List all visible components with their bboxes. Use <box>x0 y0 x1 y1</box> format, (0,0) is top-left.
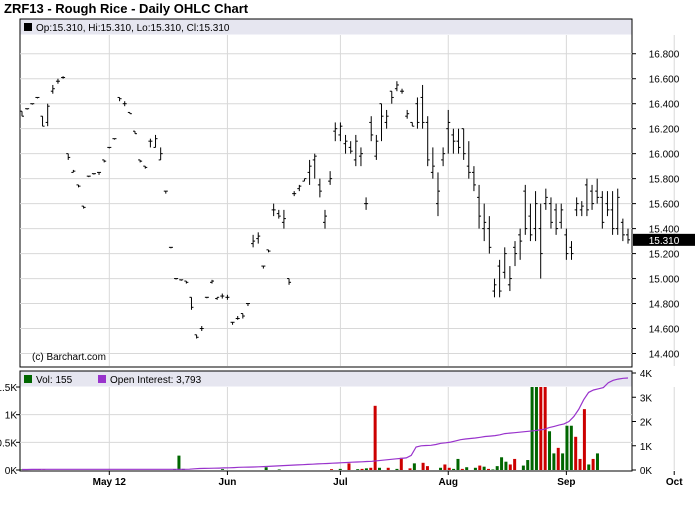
volume-bar <box>356 469 360 470</box>
oi-tick-label: 4K <box>640 369 653 380</box>
volume-bar <box>495 466 499 470</box>
price-tick-label: 14.600 <box>649 325 680 336</box>
volume-bar <box>565 425 569 470</box>
volume-bar <box>508 464 512 470</box>
volume-bar <box>548 431 552 470</box>
volume-bar <box>460 468 464 470</box>
volume-bar <box>491 469 495 470</box>
volume-bar <box>486 468 490 470</box>
volume-bar <box>447 467 451 470</box>
price-tick-label: 16.200 <box>649 125 680 136</box>
volume-bar <box>504 461 508 470</box>
price-tick-label: 16.400 <box>649 100 680 111</box>
x-tick-label: Oct <box>666 477 683 488</box>
volume-bar <box>500 457 504 470</box>
x-tick-label: Jun <box>219 477 237 488</box>
volume-bar <box>364 468 368 470</box>
volume-bar <box>513 458 517 470</box>
volume-bar <box>347 463 351 470</box>
oi-legend-text: Open Interest: 3,793 <box>110 375 202 386</box>
volume-bar <box>587 464 591 470</box>
oi-tick-label: 3K <box>640 393 653 404</box>
price-tick-label: 16.000 <box>649 150 680 161</box>
price-tick-label: 14.400 <box>649 350 680 361</box>
x-tick-label: Sep <box>557 477 575 488</box>
volume-bar <box>478 465 482 470</box>
volume-bar <box>338 468 342 470</box>
volume-bar <box>386 467 390 470</box>
volume-bar <box>264 467 268 470</box>
volume-bar <box>439 467 443 470</box>
price-axis: 14.40014.60014.80015.00015.20015.40015.6… <box>632 50 695 361</box>
price-tick-label: 15.800 <box>649 175 680 186</box>
volume-tick-label: 1K <box>5 411 18 422</box>
volume-tick-label: 0K <box>5 466 18 477</box>
price-panel <box>19 18 633 368</box>
price-tick-label: 15.200 <box>649 250 680 261</box>
volume-bar <box>330 469 334 470</box>
volume-bar <box>574 436 578 470</box>
volume-tick-label: 1.5K <box>0 383 17 394</box>
volume-bar <box>591 458 595 470</box>
volume-bar <box>530 387 534 470</box>
volume-bar <box>177 455 181 470</box>
volume-bar <box>377 467 381 470</box>
oi-tick-label: 1K <box>640 442 653 453</box>
price-tick-label: 14.800 <box>649 300 680 311</box>
vol-legend-text: Vol: 155 <box>36 375 73 386</box>
volume-bar <box>534 387 538 470</box>
volume-bar <box>595 453 599 470</box>
last-price-label: 15.310 <box>649 236 680 247</box>
x-axis: May 12 Jun Jul Aug Sep Oct <box>93 471 683 488</box>
volume-bar <box>408 468 412 470</box>
volume-bar <box>578 458 582 470</box>
volume-bar <box>399 457 403 470</box>
x-tick-label: Jul <box>333 477 348 488</box>
volume-bar <box>221 469 225 470</box>
vol-legend-swatch <box>24 375 32 383</box>
volume-bar <box>412 463 416 470</box>
volume-bar <box>582 409 586 470</box>
volume-bar <box>369 467 373 470</box>
volume-bar <box>539 387 543 470</box>
volume-bar <box>465 467 469 470</box>
price-tick-label: 16.600 <box>649 75 680 86</box>
copyright-text: (c) Barchart.com <box>32 352 106 363</box>
volume-tick-label: 0.5K <box>0 438 17 449</box>
price-legend-text: Op:15.310, Hi:15.310, Lo:15.310, Cl:15.3… <box>36 23 230 34</box>
oi-axis: 0K 1K 2K 3K 4K <box>632 369 652 477</box>
oi-tick-label: 0K <box>640 466 653 477</box>
oi-tick-label: 2K <box>640 418 653 429</box>
volume-bar <box>456 458 460 470</box>
price-tick-label: 15.000 <box>649 275 680 286</box>
volume-bar <box>561 453 565 470</box>
volume-bar <box>425 466 429 470</box>
volume-bar <box>277 469 281 470</box>
volume-bar <box>473 467 477 470</box>
volume-bar <box>482 466 486 470</box>
volume-bar <box>443 464 447 470</box>
price-legend-swatch <box>24 23 32 31</box>
volume-bar <box>421 462 425 470</box>
x-tick-label: May 12 <box>93 477 127 488</box>
price-tick-label: 16.800 <box>649 50 680 61</box>
price-tick-label: 15.600 <box>649 200 680 211</box>
ohlc-chart: Op:15.310, Hi:15.310, Lo:15.310, Cl:15.3… <box>0 18 695 488</box>
volume-bar <box>569 425 573 470</box>
x-tick-label: Aug <box>439 477 458 488</box>
volume-bar <box>452 468 456 470</box>
oi-legend-swatch <box>98 375 106 383</box>
volume-bar <box>526 460 530 470</box>
volume-bar <box>521 465 525 470</box>
volume-bar <box>552 453 556 470</box>
volume-axis: 0K 0.5K 1K 1.5K <box>0 383 20 477</box>
volume-bar <box>395 468 399 470</box>
volume-bar <box>360 468 364 470</box>
volume-bar <box>556 447 560 470</box>
